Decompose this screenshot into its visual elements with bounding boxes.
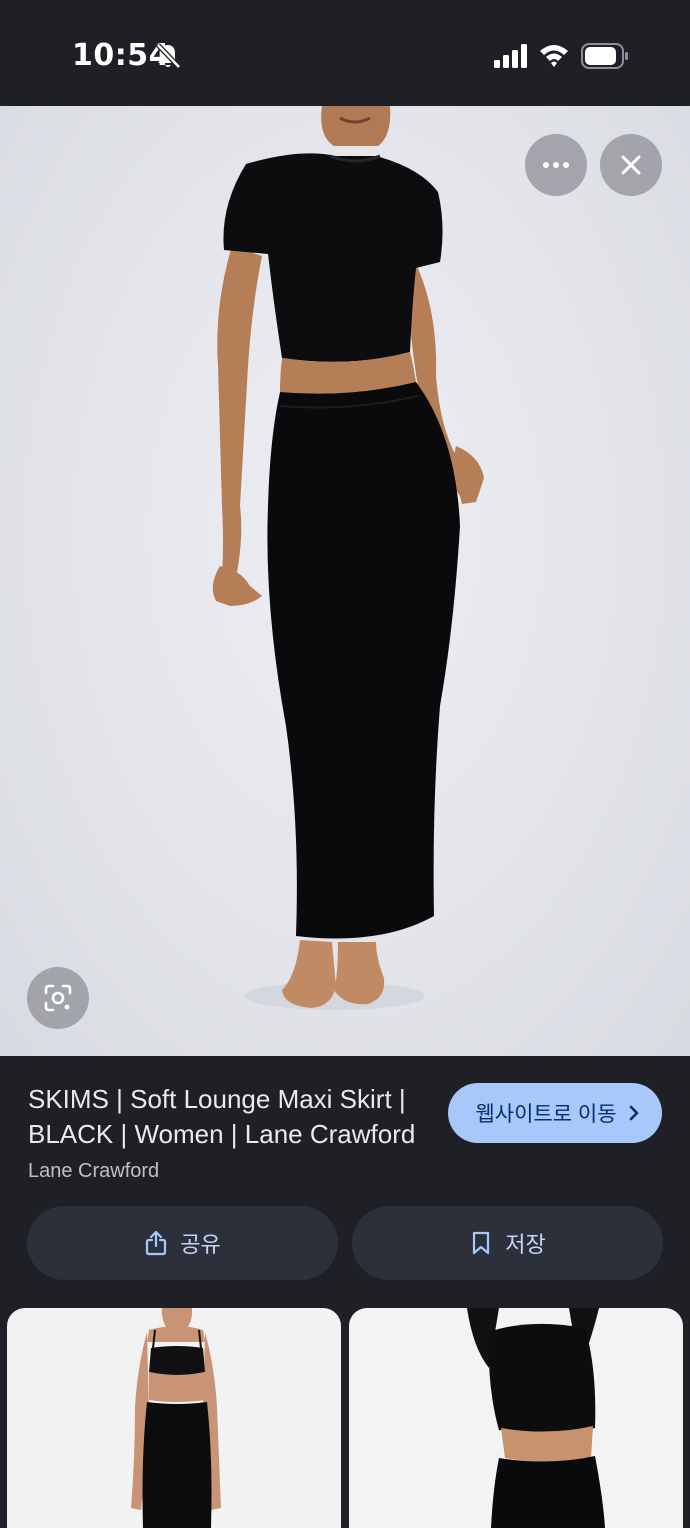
lens-search-icon bbox=[44, 984, 72, 1012]
visit-website-button[interactable]: 웹사이트로 이동 bbox=[448, 1083, 662, 1143]
signal-icon bbox=[494, 44, 527, 68]
related-image-1 bbox=[131, 1308, 221, 1528]
share-label: 공유 bbox=[180, 1232, 221, 1257]
more-horizontal-icon bbox=[543, 162, 569, 168]
product-image[interactable] bbox=[0, 106, 690, 1056]
save-button[interactable]: 저장 bbox=[352, 1206, 663, 1280]
close-button[interactable] bbox=[600, 134, 662, 196]
share-icon bbox=[146, 1230, 167, 1256]
result-info-panel: SKIMS | Soft Lounge Maxi Skirt | BLACK |… bbox=[0, 1056, 690, 1528]
related-image-thumbnail[interactable] bbox=[349, 1308, 683, 1528]
status-bar: 10:54 bbox=[0, 0, 690, 106]
close-icon bbox=[621, 155, 641, 175]
battery-icon bbox=[581, 43, 628, 69]
wifi-icon bbox=[540, 45, 568, 67]
source-name: Lane Crawford bbox=[28, 1160, 160, 1182]
result-title[interactable]: SKIMS | Soft Lounge Maxi Skirt | BLACK |… bbox=[28, 1082, 438, 1152]
chevron-right-icon bbox=[629, 1105, 638, 1121]
related-image-2 bbox=[467, 1308, 605, 1528]
save-label: 저장 bbox=[505, 1232, 546, 1257]
lens-search-button[interactable] bbox=[27, 967, 89, 1029]
bookmark-icon bbox=[473, 1231, 490, 1255]
more-options-button[interactable] bbox=[525, 134, 587, 196]
related-image-thumbnail[interactable] bbox=[7, 1308, 341, 1528]
model-figure-image bbox=[212, 106, 484, 1010]
visit-website-label: 웹사이트로 이동 bbox=[475, 1103, 617, 1126]
bell-off-icon bbox=[156, 43, 181, 69]
share-button[interactable]: 공유 bbox=[27, 1206, 338, 1280]
